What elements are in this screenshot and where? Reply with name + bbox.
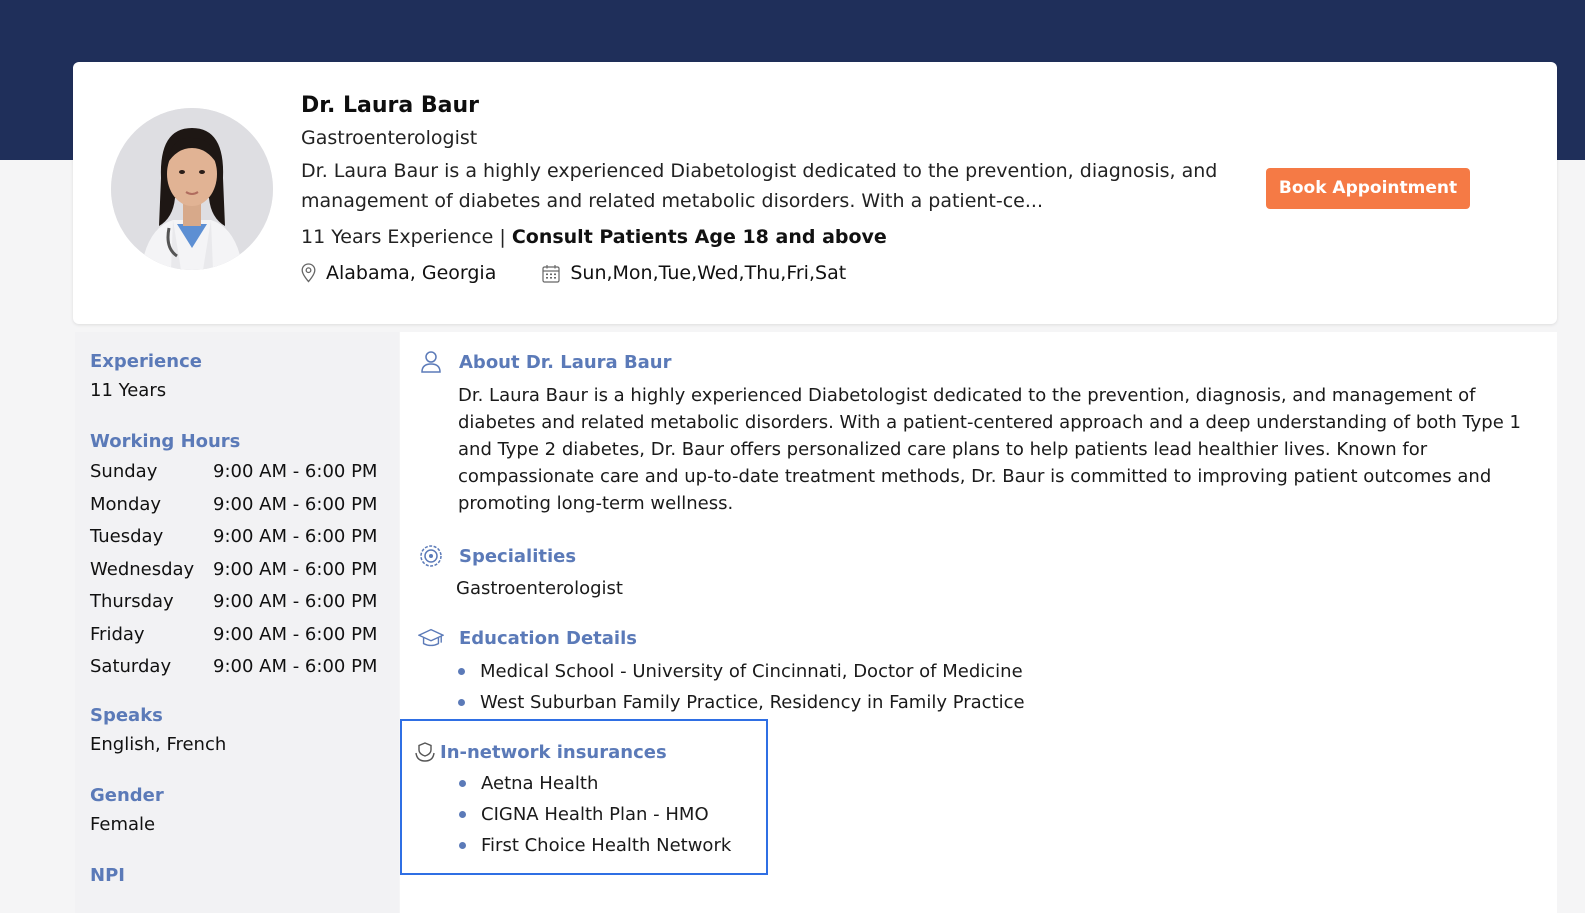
insurance-item: CIGNA Health Plan - HMO xyxy=(481,804,709,825)
hours-row: Thursday 9:00 AM - 6:00 PM xyxy=(90,586,399,619)
experience-label: Experience xyxy=(90,351,202,372)
gender-value: Female xyxy=(90,813,156,835)
doctor-summary: Dr. Laura Baur is a highly experienced D… xyxy=(301,160,1218,212)
experience-value: 11 Years xyxy=(90,380,167,401)
doctor-name: Dr. Laura Baur xyxy=(301,93,479,118)
details-main: About Dr. Laura Baur Dr. Laura Baur is a… xyxy=(400,332,1557,913)
hours-time: 9:00 AM - 6:00 PM xyxy=(213,623,378,645)
hours-day: Monday xyxy=(90,493,162,515)
insurance-item: Aetna Health xyxy=(481,773,599,794)
location: Alabama, Georgia xyxy=(301,260,496,286)
details-sidebar: Experience 11 Years Working Hours Sunday… xyxy=(75,332,399,913)
hours-row: Tuesday 9:00 AM - 6:00 PM xyxy=(90,521,399,554)
list-item: Aetna Health xyxy=(459,768,766,799)
working-hours-label: Working Hours xyxy=(90,431,241,452)
insurance-title: In-network insurances xyxy=(440,741,667,763)
about-text: Dr. Laura Baur is a highly experienced D… xyxy=(458,385,1521,514)
education-section: Education Details Medical School - Unive… xyxy=(400,624,1557,718)
doctor-title: Gastroenterologist xyxy=(301,127,478,149)
profile-card: Dr. Laura Baur Gastroenterologist Dr. La… xyxy=(73,62,1557,324)
hours-row: Friday 9:00 AM - 6:00 PM xyxy=(90,619,399,652)
about-section: About Dr. Laura Baur Dr. Laura Baur is a… xyxy=(400,348,1557,517)
days-text: Sun,Mon,Tue,Wed,Thu,Fri,Sat xyxy=(570,262,847,284)
insurance-list: Aetna Health CIGNA Health Plan - HMO Fir… xyxy=(459,768,766,861)
doctor-info: Dr. Laura Baur Gastroenterologist Dr. La… xyxy=(301,92,1241,286)
hours-row: Wednesday 9:00 AM - 6:00 PM xyxy=(90,554,399,587)
hours-day: Friday xyxy=(90,623,145,645)
user-icon xyxy=(418,349,444,375)
npi-label: NPI xyxy=(90,864,125,886)
specialities-value: Gastroenterologist xyxy=(456,578,623,599)
insurance-section: In-network insurances Aetna Health CIGNA… xyxy=(400,719,768,875)
hours-day: Saturday xyxy=(90,656,172,677)
book-appointment-button[interactable]: Book Appointment xyxy=(1266,168,1470,209)
graduation-cap-icon xyxy=(418,625,444,651)
list-item: First Choice Health Network xyxy=(459,830,766,861)
hours-time: 9:00 AM - 6:00 PM xyxy=(213,461,378,482)
hours-time: 9:00 AM - 6:00 PM xyxy=(213,656,378,677)
specialities-title: Specialities xyxy=(459,545,577,567)
hours-time: 9:00 AM - 6:00 PM xyxy=(213,526,378,547)
hours-row: Sunday 9:00 AM - 6:00 PM xyxy=(90,456,399,489)
speaks-value: English, French xyxy=(90,733,227,755)
hours-day: Wednesday xyxy=(90,558,195,580)
specialities-section: Specialities Gastroenterologist xyxy=(400,542,1557,604)
list-item: Medical School - University of Cincinnat… xyxy=(458,656,1557,687)
hours-time: 9:00 AM - 6:00 PM xyxy=(213,493,378,515)
insurance-hand-icon xyxy=(414,739,436,765)
education-item: Medical School - University of Cincinnat… xyxy=(480,661,1023,682)
gender-label: Gender xyxy=(90,784,164,806)
education-list: Medical School - University of Cincinnat… xyxy=(458,656,1557,718)
available-days: Sun,Mon,Tue,Wed,Thu,Fri,Sat xyxy=(542,260,846,286)
hours-time: 9:00 AM - 6:00 PM xyxy=(213,591,378,612)
consult-age-text: Consult Patients Age 18 and above xyxy=(511,226,887,248)
hours-day: Tuesday xyxy=(90,526,164,547)
calendar-icon xyxy=(542,264,560,283)
working-hours-list: Sunday 9:00 AM - 6:00 PM Monday 9:00 AM - … xyxy=(90,456,399,684)
speaks-label: Speaks xyxy=(90,704,163,726)
hours-day: Sunday xyxy=(90,461,158,482)
list-item: CIGNA Health Plan - HMO xyxy=(459,799,766,830)
experience-text: 11 Years Experience | xyxy=(301,226,512,248)
meta-row: Alabama, Georgia Sun,Mon,Tue,Wed,Thu,Fri… xyxy=(301,260,1241,286)
doctor-avatar xyxy=(111,108,273,270)
speciality-badge-icon xyxy=(418,543,444,569)
list-item: West Suburban Family Practice, Residency… xyxy=(458,687,1557,718)
insurance-item: First Choice Health Network xyxy=(481,835,732,856)
hours-day: Thursday xyxy=(90,591,174,612)
location-pin-icon xyxy=(301,263,316,283)
hours-time: 9:00 AM - 6:00 PM xyxy=(213,558,378,580)
education-item: West Suburban Family Practice, Residency… xyxy=(480,692,1025,713)
hours-row: Saturday 9:00 AM - 6:00 PM xyxy=(90,651,399,684)
location-text: Alabama, Georgia xyxy=(326,262,497,284)
about-title: About Dr. Laura Baur xyxy=(459,351,672,373)
hours-row: Monday 9:00 AM - 6:00 PM xyxy=(90,489,399,522)
experience-line: 11 Years Experience | Consult Patients A… xyxy=(301,224,1241,250)
education-title: Education Details xyxy=(459,627,637,649)
